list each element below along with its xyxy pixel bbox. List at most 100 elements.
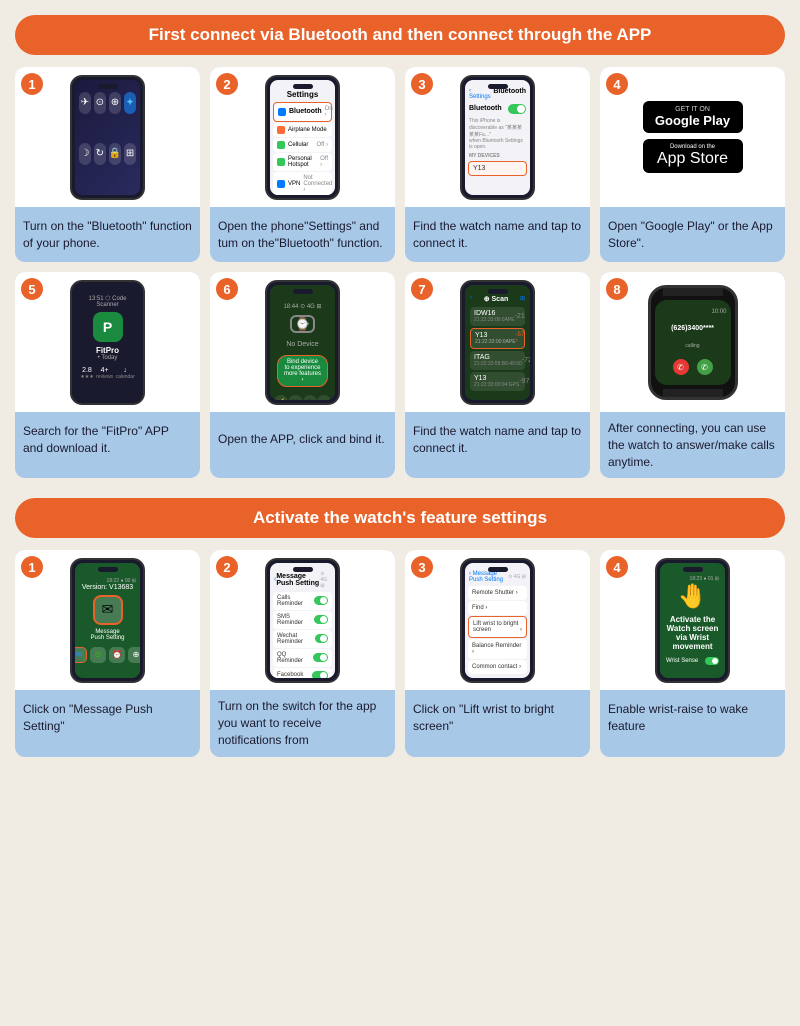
wrist-sense-text: Wrist Sense: [666, 658, 698, 664]
step-7-desc: Find the watch name and tap to connect i…: [405, 412, 590, 467]
bt-active-icon: ✦: [124, 92, 136, 114]
watch-call-screen: 10:00 (626)3400**** calling ✆ ✆: [655, 300, 731, 385]
grid-icon: ⊞: [124, 143, 136, 165]
msg-push-label: MessagePush Setting: [90, 629, 124, 641]
step-2-desc: Open the phone"Settings" and tum on the"…: [210, 207, 395, 262]
step-7-number: 7: [411, 278, 433, 300]
watch-call-number: (626)3400****: [671, 325, 714, 332]
phone-mockup-6: 18:44 ⊙ 4G ⊞ ⌚ No Device Bind device to …: [265, 280, 340, 405]
phone-notch-s2-2: [293, 567, 313, 572]
step-6-image: 6 18:44 ⊙ 4G ⊞ ⌚ No Device Bind device t…: [210, 272, 395, 412]
step-4-number: 4: [606, 73, 628, 95]
vpn-dot: [277, 180, 285, 188]
google-play-badge[interactable]: GET IT ON Google Play: [643, 101, 743, 134]
step-2-card: 2 Settings Bluetooth On › Airplane Mode: [210, 67, 395, 262]
phone-notch-s2-4: [683, 567, 703, 572]
bt-list-screen: ‹ Settings Bluetooth Bluetooth This iPho…: [465, 80, 530, 195]
app-store-badge[interactable]: Download on the App Store: [643, 139, 743, 173]
msg-setting-nav: ‹ Message Push Setting ⊙ 4G ⊞: [270, 569, 335, 591]
scan-nav: ‹ ⊕ Scan ⊞: [468, 293, 527, 305]
scan-screen: ‹ ⊕ Scan ⊞ IDW16 21:22:33:00:0APE -21: [465, 285, 530, 400]
bluetooth-setting: Bluetooth On ›: [273, 102, 332, 122]
bind-icon-4: ✦: [317, 395, 331, 400]
bt-dot: [278, 108, 286, 116]
phone-mockup-3: ‹ Settings Bluetooth Bluetooth This iPho…: [460, 75, 535, 200]
fitpro-name: FitPro: [79, 346, 136, 355]
remote-shutter-item: Remote Shutter ›: [468, 586, 527, 600]
step-7-card: 7 ‹ ⊕ Scan ⊞ IDW16 21:22:33:00:0AP: [405, 272, 590, 478]
step-1-image: 1 ✈ ⊙ ⊕ ✦ ☽ ↻ 🔒 ⊞: [15, 67, 200, 207]
hotspot-setting: Personal Hotspot Off ›: [273, 153, 332, 171]
wechat-toggle[interactable]: [315, 634, 328, 643]
bind-icons-row: ⚡ ♡ ⚙ ✦: [274, 395, 331, 400]
step-4-desc: Open "Google Play" or the App Store".: [600, 207, 785, 262]
watch-answer-button[interactable]: ✆: [697, 359, 713, 375]
step-7-image: 7 ‹ ⊕ Scan ⊞ IDW16 21:22:33:00:0AP: [405, 272, 590, 412]
bind-watch-icon: ⌚: [290, 315, 315, 333]
itag-device: ITAG 21:22:33:55:B6:40:50 -72: [470, 351, 525, 370]
fitpro-logo: P: [93, 312, 123, 342]
bind-screen: 18:44 ⊙ 4G ⊞ ⌚ No Device Bind device to …: [270, 285, 335, 400]
step-8-number: 8: [606, 278, 628, 300]
lift-wrist-item[interactable]: Lift wrist to bright screen ›: [468, 616, 527, 638]
phone-notch-2: [293, 84, 313, 89]
step-5-card: 5 13:51 ⬡ Code Scanner P FitPro • Today …: [15, 272, 200, 478]
phone-screen-2: Settings Bluetooth On › Airplane Mode: [270, 80, 335, 195]
msg-setting-screen: ‹ Message Push Setting ⊙ 4G ⊞ Calls Remi…: [270, 563, 335, 678]
phone-screen-5: 13:51 ⬡ Code Scanner P FitPro • Today 2.…: [75, 285, 140, 400]
phone-notch-7: [488, 289, 508, 294]
step-2-number: 2: [216, 73, 238, 95]
msg-push-icon-box: ✉: [93, 595, 123, 625]
step-s2-4-image: 4 18:23 ● 01 ⊞ 🤚 Activate the Watch scre…: [600, 550, 785, 690]
app-icons-row: ✉ ⊙ ⏰ ⊕: [75, 647, 140, 663]
bt-info: This iPhone is discoverable as "某某某某某Fa.…: [465, 116, 530, 152]
step-3-image: 3 ‹ Settings Bluetooth Bluetooth: [405, 67, 590, 207]
common-contact-item: Common contact ›: [468, 660, 527, 674]
steps-grid-1: 1 ✈ ⊙ ⊕ ✦ ☽ ↻ 🔒 ⊞ Turn: [15, 67, 785, 478]
cellular-dot: [277, 141, 285, 149]
step-s2-1-card: 1 18:22 ● 00 ⊞ Version: V13683 ✉ Message…: [15, 550, 200, 756]
balance-reminder-item: Balance Reminder ›: [468, 639, 527, 659]
phone-screen-s2-1: 18:22 ● 00 ⊞ Version: V13683 ✉ MessagePu…: [75, 563, 140, 678]
bind-device-button[interactable]: Bind device to experience more features …: [277, 355, 328, 387]
google-play-get-it: GET IT ON: [653, 106, 733, 113]
phone-mockup-s2-2: ‹ Message Push Setting ⊙ 4G ⊞ Calls Remi…: [265, 558, 340, 683]
step-5-image: 5 13:51 ⬡ Code Scanner P FitPro • Today …: [15, 272, 200, 412]
step-s2-2-card: 2 ‹ Message Push Setting ⊙ 4G ⊞ Calls Re…: [210, 550, 395, 756]
stat-distance: ↓ calendar: [116, 367, 135, 380]
stat-steps: 4+ reviews: [96, 367, 113, 380]
settings-title: Settings: [270, 88, 335, 101]
phone-mockup-s2-4: 18:23 ● 01 ⊞ 🤚 Activate the Watch screen…: [655, 558, 730, 683]
google-play-name: Google Play: [653, 113, 733, 129]
phone-screen-7: ‹ ⊕ Scan ⊞ IDW16 21:22:33:00:0APE -21: [465, 285, 530, 400]
watch-hang-button[interactable]: ✆: [673, 359, 689, 375]
section2-header: Activate the watch's feature settings: [15, 498, 785, 538]
calls-toggle[interactable]: [314, 596, 328, 605]
bt-icon: ⊕: [109, 92, 121, 114]
fitpro-stats: 2.8 ★★★ 4+ reviews ↓ calendar: [79, 367, 136, 380]
wrist-sense-toggle[interactable]: [705, 657, 719, 665]
lock-icon: 🔒: [109, 143, 121, 165]
fitpro-screen: 13:51 ⬡ Code Scanner P FitPro • Today 2.…: [75, 285, 140, 400]
watch-bottom-strap: [663, 389, 723, 397]
step-6-desc: Open the APP, click and bind it.: [210, 412, 395, 467]
fitpro-today: • Today: [79, 355, 136, 361]
airplane-setting: Airplane Mode: [273, 123, 332, 137]
phone-notch-s2-3: [488, 567, 508, 572]
hotspot-dot: [277, 158, 285, 166]
wrist-sense-label: Activate the Watch screen via Wrist move…: [666, 615, 719, 651]
qq-toggle[interactable]: [313, 653, 328, 662]
wrist-sense-icon: 🤚: [678, 582, 708, 611]
bind-icon-1: ⚡: [274, 395, 288, 400]
phone-screen-s2-3: ‹ MessagePush Setting ⊙ 4G ⊞ Remote Shut…: [465, 563, 530, 678]
bind-icon-3: ⚙: [303, 395, 317, 400]
phone-mockup-1: ✈ ⊙ ⊕ ✦ ☽ ↻ 🔒 ⊞: [70, 75, 145, 200]
watch-screen-outer: 10:00 (626)3400**** calling ✆ ✆: [655, 300, 731, 385]
sms-toggle[interactable]: [314, 615, 328, 624]
wifi-icon: ⊙: [94, 92, 106, 114]
stat-calories: 2.8 ★★★: [80, 367, 93, 380]
bind-no-device-text: No Device: [286, 341, 318, 348]
watch-call-status: calling: [685, 343, 699, 349]
step-s2-3-desc: Click on "Lift wrist to bright screen": [405, 690, 590, 745]
fb-toggle[interactable]: [312, 671, 328, 678]
